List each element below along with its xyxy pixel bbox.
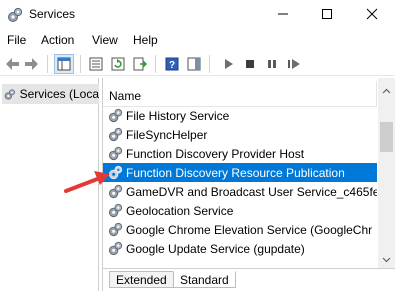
- title-bar: Services: [0, 0, 395, 30]
- service-name: File History Service: [126, 108, 230, 123]
- menu-action[interactable]: Action: [41, 33, 74, 47]
- toolbar-separator: [80, 55, 81, 73]
- view-tabs: Extended Standard: [103, 268, 395, 291]
- properties-icon: [89, 57, 103, 71]
- scroll-thumb[interactable]: [380, 122, 393, 152]
- maximize-button[interactable]: [312, 2, 342, 26]
- export-list-button[interactable]: [130, 54, 150, 74]
- export-list-icon: [133, 57, 147, 71]
- list-item[interactable]: GameDVR and Broadcast User Service_c465f…: [103, 182, 377, 201]
- service-name: Geolocation Service: [126, 203, 234, 218]
- services-gear-icon: [8, 7, 23, 22]
- help-button[interactable]: ?: [162, 54, 182, 74]
- back-button[interactable]: [2, 54, 22, 74]
- console-tree-icon: [57, 57, 71, 71]
- tree-item-services-local[interactable]: Services (Loca: [2, 84, 99, 104]
- play-icon: [225, 59, 233, 69]
- back-arrow-icon: [6, 58, 19, 70]
- restart-service-button[interactable]: [284, 54, 304, 74]
- show-action-pane-button[interactable]: [184, 54, 204, 74]
- service-gear-icon: [108, 203, 123, 218]
- list-item[interactable]: Function Discovery Provider Host: [103, 144, 377, 163]
- column-header-name[interactable]: Name: [109, 89, 141, 103]
- menu-view[interactable]: View: [92, 33, 118, 47]
- maximize-icon: [322, 9, 332, 19]
- chevron-up-icon: [382, 88, 391, 94]
- chevron-down-icon: [382, 257, 391, 263]
- stop-icon: [246, 60, 254, 68]
- menu-help[interactable]: Help: [133, 33, 158, 47]
- scroll-up-button[interactable]: [378, 83, 395, 99]
- close-icon: [366, 8, 378, 20]
- toolbar-separator: [155, 55, 156, 73]
- forward-button[interactable]: [22, 54, 42, 74]
- list-item-selected[interactable]: Function Discovery Resource Publication: [103, 163, 377, 182]
- services-list-pane: Name File History Service FileSyncHelper…: [102, 78, 395, 291]
- list-header: Name: [103, 81, 377, 107]
- toolbar: ?: [0, 52, 395, 76]
- service-gear-icon: [108, 108, 123, 123]
- forward-arrow-icon: [25, 58, 38, 70]
- list-item[interactable]: File History Service: [103, 107, 377, 125]
- help-icon: ?: [165, 57, 179, 71]
- scroll-down-button[interactable]: [378, 252, 395, 268]
- pause-icon: [268, 60, 276, 68]
- service-name: Google Chrome Elevation Service (GoogleC…: [126, 222, 373, 237]
- services-list: File History Service FileSyncHelper Func…: [103, 107, 377, 267]
- pause-service-button[interactable]: [262, 54, 282, 74]
- service-name: FileSyncHelper: [126, 127, 208, 142]
- start-service-button[interactable]: [218, 54, 238, 74]
- minimize-icon: [278, 13, 288, 15]
- list-item[interactable]: Google Chrome Elevation Service (GoogleC…: [103, 220, 377, 239]
- action-pane-icon: [187, 57, 201, 71]
- list-item[interactable]: Google Update Service (gupdate): [103, 239, 377, 258]
- service-name: Function Discovery Resource Publication: [126, 165, 345, 180]
- list-item[interactable]: FileSyncHelper: [103, 125, 377, 144]
- tree-item-label: Services (Loca: [19, 87, 99, 101]
- service-gear-icon: [108, 222, 123, 237]
- annotation-arrow-icon: [64, 171, 110, 193]
- svg-text:?: ?: [169, 60, 175, 71]
- restart-icon: [288, 59, 300, 69]
- stop-service-button[interactable]: [240, 54, 260, 74]
- toolbar-separator: [209, 55, 210, 73]
- menu-bar: File Action View Help: [0, 30, 395, 50]
- service-name: Function Discovery Provider Host: [126, 146, 305, 161]
- services-gear-icon: [4, 88, 15, 100]
- vertical-scrollbar[interactable]: [378, 78, 395, 268]
- properties-button[interactable]: [86, 54, 106, 74]
- tab-standard[interactable]: Standard: [173, 271, 236, 288]
- window-title: Services: [29, 7, 76, 21]
- service-gear-icon: [108, 127, 123, 142]
- tab-extended[interactable]: Extended: [109, 271, 174, 288]
- column-divider[interactable]: [376, 81, 377, 107]
- services-window: Services File Action View Help ? Service…: [0, 0, 395, 291]
- refresh-button[interactable]: [108, 54, 128, 74]
- service-name: Google Update Service (gupdate): [126, 241, 305, 256]
- service-name: GameDVR and Broadcast User Service_c465f…: [126, 184, 377, 199]
- minimize-button[interactable]: [268, 2, 298, 26]
- toolbar-separator: [47, 55, 48, 73]
- menu-file[interactable]: File: [7, 33, 26, 47]
- list-item[interactable]: Geolocation Service: [103, 201, 377, 220]
- refresh-icon: [111, 57, 125, 71]
- show-hide-console-tree-button[interactable]: [54, 54, 74, 74]
- service-gear-icon: [108, 146, 123, 161]
- close-button[interactable]: [357, 2, 387, 26]
- service-gear-icon: [108, 241, 123, 256]
